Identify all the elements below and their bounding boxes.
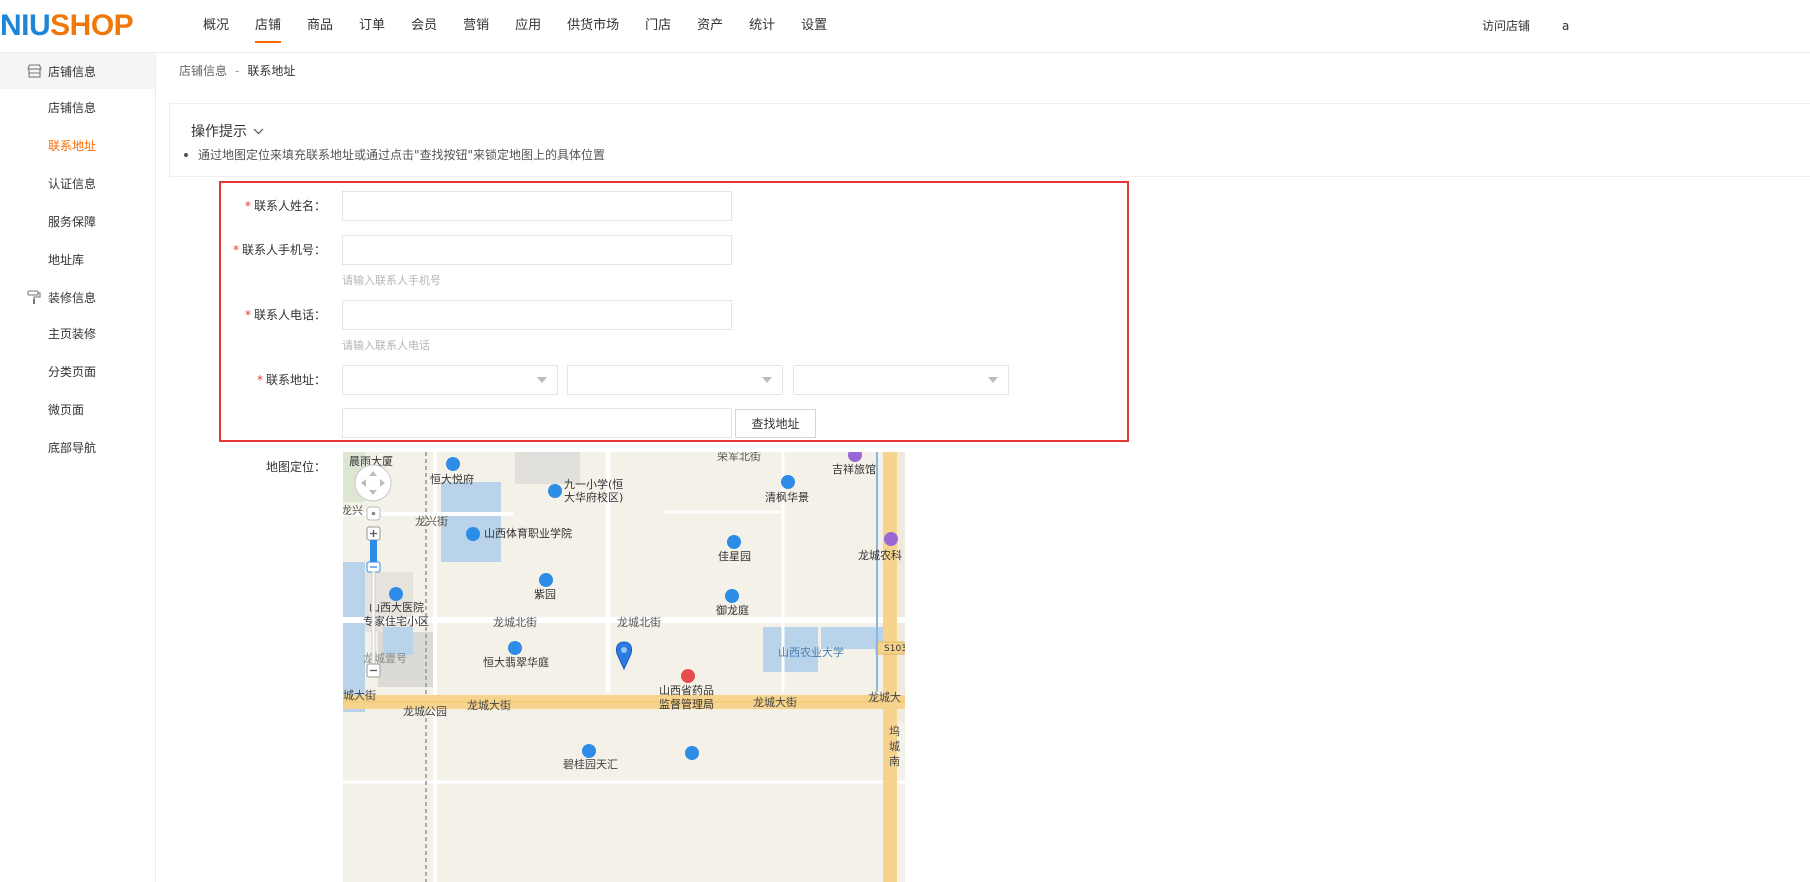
header-user-truncated[interactable]: a — [1562, 0, 1570, 52]
nav-goods[interactable]: 商品 — [294, 0, 346, 52]
map-label: 南 — [889, 755, 900, 768]
contact-name-input[interactable] — [342, 191, 732, 221]
sidebar-group-store-info[interactable]: 店铺信息 — [0, 53, 155, 89]
nav-orders[interactable]: 订单 — [346, 0, 398, 52]
city-select[interactable] — [567, 365, 783, 395]
map-label: 御龙庭 — [716, 603, 749, 617]
map-label: 吉祥旅馆 — [832, 462, 876, 476]
map-label: 山西农业大学 — [778, 645, 844, 659]
map-label: 龙城大街 — [753, 695, 797, 709]
district-select[interactable] — [793, 365, 1009, 395]
map-label: 龙兴街 — [415, 514, 448, 528]
map-label: 城 — [889, 740, 900, 753]
map-canvas[interactable]: 晨雨大厦 恒大悦府 九一小学(恒 大华府校区) 荣军北街 吉祥旅馆 清枫华景 龙… — [343, 452, 905, 882]
province-select[interactable] — [342, 365, 558, 395]
nav-supply-market[interactable]: 供货市场 — [554, 0, 632, 52]
map-label: 山西省药品 — [659, 684, 714, 697]
nav-marketing[interactable]: 营销 — [450, 0, 502, 52]
map-label: S103 — [884, 644, 905, 654]
map-label: 大华府校区) — [564, 490, 623, 504]
map-label: 山西体育职业学院 — [484, 526, 572, 540]
map-label: 龙兴 — [343, 504, 363, 517]
contact-phone-input[interactable] — [342, 300, 732, 330]
breadcrumb-parent[interactable]: 店铺信息 — [179, 64, 227, 78]
operation-tips-panel: 操作提示 通过地图定位来填充联系地址或通过点击"查找按钮"来锁定地图上的具体位置 — [169, 103, 1810, 177]
nav-statistics[interactable]: 统计 — [736, 0, 788, 52]
contact-mobile-label: * 联系人手机号： — [232, 243, 326, 257]
chevron-down-icon — [537, 377, 547, 383]
map-label: 龙城壹号 — [363, 652, 407, 665]
sidebar-group-label: 店铺信息 — [48, 64, 97, 79]
phone-help-text: 请输入联系人电话 — [342, 339, 430, 352]
contact-mobile-input[interactable] — [342, 235, 732, 265]
map-location-label: 地图定位： — [265, 460, 326, 474]
contact-phone-label: * 联系人电话： — [244, 308, 326, 322]
map-label: 龙城大街 — [467, 698, 511, 712]
sidebar-item-micro-page[interactable]: 微页面 — [0, 391, 155, 429]
main-nav: 概况 店铺 商品 订单 会员 营销 应用 供货市场 门店 资产 统计 设置 — [190, 0, 840, 52]
map-label: 监督管理局 — [659, 697, 714, 711]
map-label: 荣军北街 — [717, 452, 761, 463]
chevron-down-icon — [253, 128, 264, 135]
tips-title: 操作提示 — [191, 124, 247, 140]
map-label: 佳星园 — [718, 549, 751, 563]
map-label: 龙城公园 — [403, 705, 447, 718]
sidebar-item-store-info[interactable]: 店铺信息 — [0, 89, 155, 127]
sidebar-item-contact-address[interactable]: 联系地址 — [0, 127, 155, 165]
nav-shops[interactable]: 门店 — [632, 0, 684, 52]
chevron-down-icon — [988, 377, 998, 383]
chevron-down-icon — [762, 377, 772, 383]
map-label: 九一小学(恒 — [564, 477, 623, 491]
nav-settings[interactable]: 设置 — [788, 0, 840, 52]
nav-store[interactable]: 店铺 — [242, 0, 294, 52]
store-icon — [26, 63, 42, 79]
map-pan-control[interactable] — [354, 464, 392, 502]
tips-item: 通过地图定位来填充联系地址或通过点击"查找按钮"来锁定地图上的具体位置 — [183, 148, 606, 162]
map-label: 龙城大 — [868, 690, 901, 704]
contact-address-label: * 联系地址： — [256, 373, 326, 387]
map-label: 紫园 — [534, 588, 556, 601]
mobile-help-text: 请输入联系人手机号 — [342, 274, 441, 287]
map-label: 龙城农科 — [858, 548, 902, 562]
contact-name-label: * 联系人姓名： — [244, 199, 326, 213]
nav-assets[interactable]: 资产 — [684, 0, 736, 52]
visit-store-link[interactable]: 访问店铺 — [1482, 0, 1530, 52]
nav-apps[interactable]: 应用 — [502, 0, 554, 52]
map-label: 恒大翡翠华庭 — [483, 655, 549, 669]
map-label: 龙城北街 — [617, 615, 661, 629]
nav-overview[interactable]: 概况 — [190, 0, 242, 52]
map-label: 龙城北街 — [493, 615, 537, 629]
breadcrumb: 店铺信息 - 联系地址 — [179, 62, 295, 79]
top-header: NIUSHOP 概况 店铺 商品 订单 会员 营销 应用 供货市场 门店 资产 … — [0, 0, 1810, 53]
map-label: 清枫华景 — [765, 490, 809, 504]
detail-address-input[interactable] — [342, 408, 732, 438]
breadcrumb-current: 联系地址 — [247, 64, 296, 78]
map-label: 碧桂园天汇 — [563, 757, 618, 771]
map-view[interactable]: 晨雨大厦 恒大悦府 九一小学(恒 大华府校区) 荣军北街 吉祥旅馆 清枫华景 龙… — [343, 452, 905, 882]
search-address-button[interactable]: 查找地址 — [735, 409, 816, 438]
niushop-logo[interactable]: NIUSHOP — [0, 9, 134, 43]
nav-members[interactable]: 会员 — [398, 0, 450, 52]
breadcrumb-separator: - — [235, 64, 240, 78]
map-label: 恒大悦府 — [430, 472, 474, 486]
tips-toggle[interactable]: 操作提示 — [191, 121, 264, 141]
map-label: 山西大医院 — [369, 600, 424, 614]
map-label: 城大街 — [343, 688, 376, 702]
map-label: 坞 — [889, 724, 900, 738]
